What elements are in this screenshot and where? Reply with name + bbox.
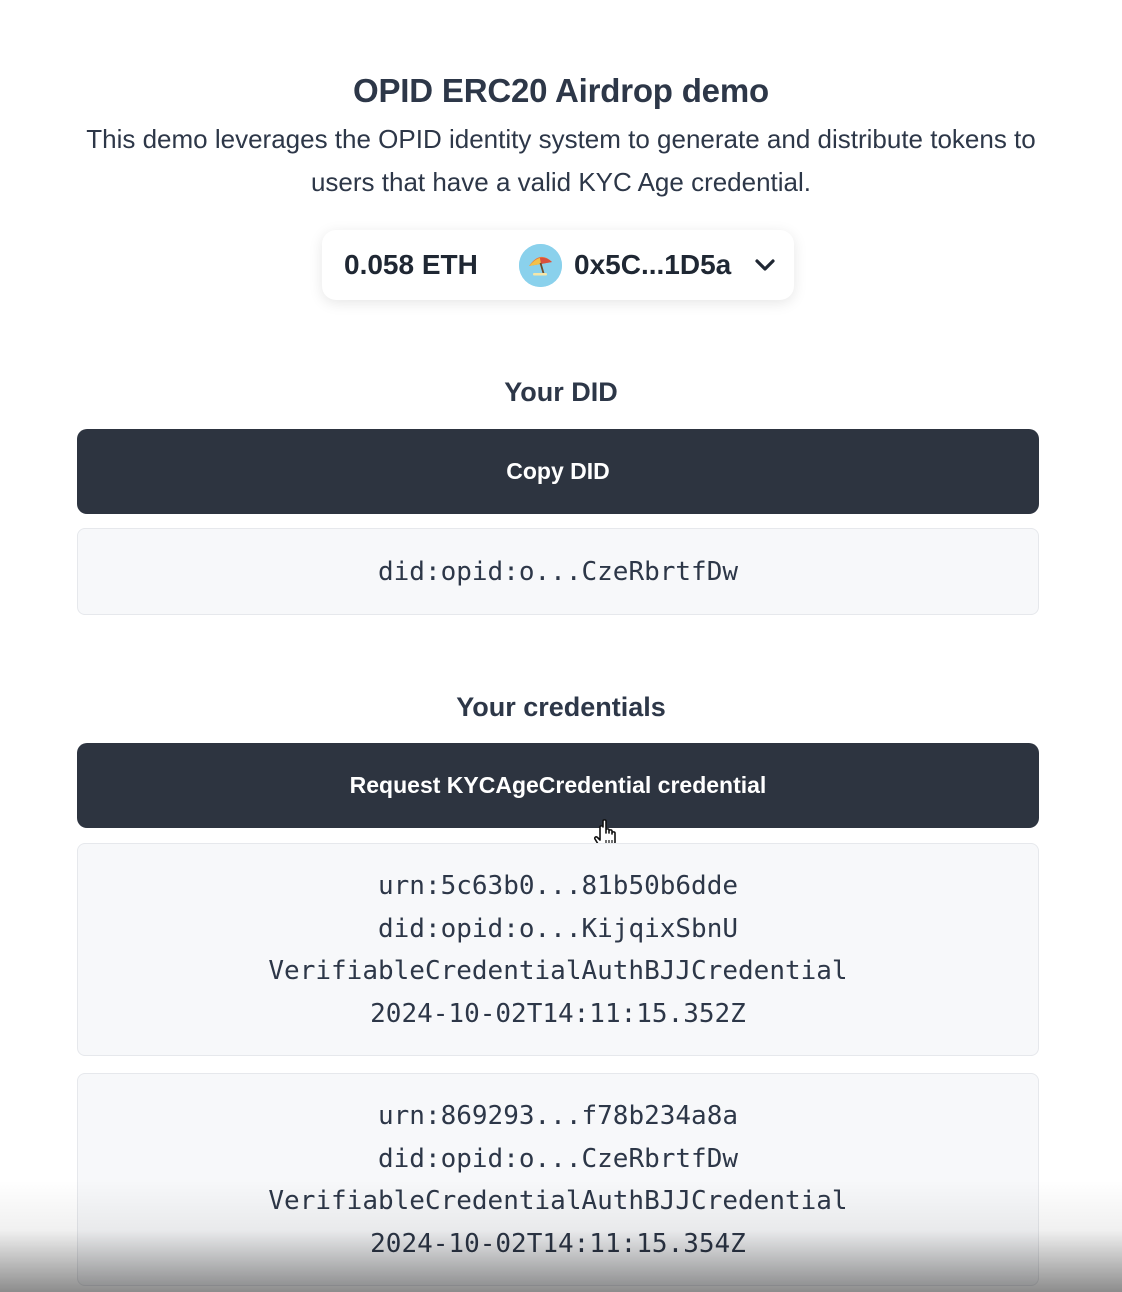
page-title: OPID ERC20 Airdrop demo <box>353 72 769 109</box>
chevron-down-icon <box>755 259 775 271</box>
credential-id: urn:5c63b0...81b50b6dde <box>377 871 739 901</box>
wallet-balance: 0.058 ETH <box>344 249 478 280</box>
credential-card: urn:869293...f78b234a8a did:opid:o...Cze… <box>77 1073 1039 1286</box>
page: OPID ERC20 Airdrop demo This demo levera… <box>0 0 1122 1292</box>
did-display-box: did:opid:o...CzeRbrtfDw <box>77 528 1039 615</box>
page-description: This demo leverages the OPID identity sy… <box>86 124 1036 197</box>
credentials-section-heading: Your credentials <box>456 692 666 722</box>
did-value: did:opid:o...CzeRbrtfDw <box>377 557 739 587</box>
credential-card: urn:5c63b0...81b50b6dde did:opid:o...Kij… <box>77 843 1039 1056</box>
copy-did-button[interactable]: Copy DID <box>77 429 1039 514</box>
did-section-heading: Your DID <box>504 377 618 407</box>
wallet-address: 0x5C...1D5a <box>574 249 732 280</box>
credential-date: 2024-10-02T14:11:15.354Z <box>370 1228 746 1259</box>
request-credential-button[interactable]: Request KYCAgeCredential credential <box>77 743 1039 828</box>
credential-issuer: did:opid:o...KijqixSbnU <box>377 913 739 944</box>
credential-type: VerifiableCredentialAuthBJJCredential <box>268 956 848 986</box>
credential-issuer: did:opid:o...CzeRbrtfDw <box>377 1143 739 1174</box>
credential-type: VerifiableCredentialAuthBJJCredential <box>268 1186 848 1216</box>
umbrella-avatar-icon <box>519 244 562 287</box>
credential-date: 2024-10-02T14:11:15.352Z <box>370 998 746 1029</box>
credential-id: urn:869293...f78b234a8a <box>377 1101 739 1131</box>
